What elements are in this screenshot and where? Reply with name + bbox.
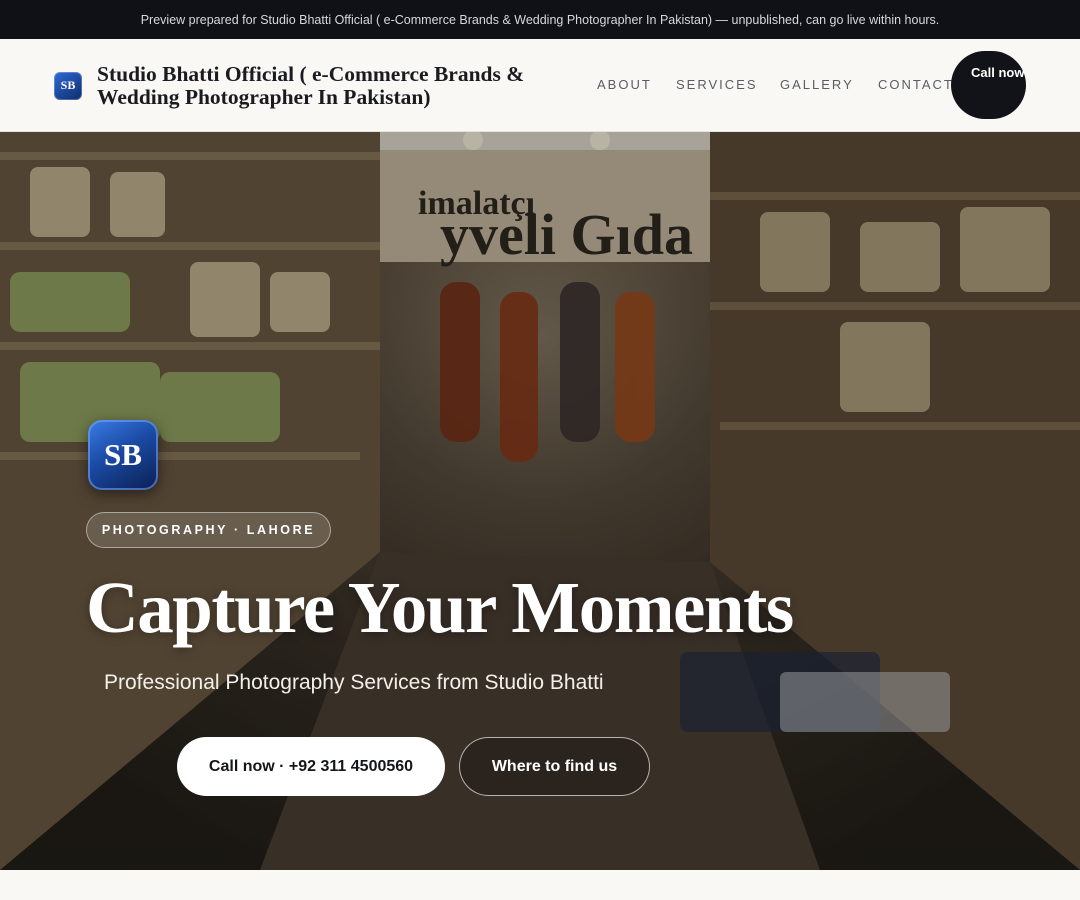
where-to-find-us-button[interactable]: Where to find us <box>459 737 650 796</box>
hero-subtitle: Professional Photography Services from S… <box>104 671 604 694</box>
nav-gallery[interactable]: GALLERY <box>780 77 854 92</box>
preview-banner: Preview prepared for Studio Bhatti Offic… <box>0 0 1080 39</box>
hero-title: Capture Your Moments <box>86 567 794 648</box>
brand-logo-icon[interactable]: SB <box>54 71 82 100</box>
call-now-button[interactable]: Call now · +92 311 4500560 <box>177 737 445 796</box>
next-section-edge <box>0 870 1080 900</box>
preview-banner-text: Preview prepared for Studio Bhatti Offic… <box>140 12 940 27</box>
nav-contact[interactable]: CONTACT <box>878 77 954 92</box>
brand-name[interactable]: Studio Bhatti Official ( e-Commerce Bran… <box>97 62 567 109</box>
hero-section: imalatçı yveli Gıda SB PHOTOGRAPHY · LAH… <box>0 132 1080 870</box>
header-call-button[interactable]: Call now <box>951 51 1026 119</box>
site-header: SB Studio Bhatti Official ( e-Commerce B… <box>0 39 1080 132</box>
nav-services[interactable]: SERVICES <box>676 77 758 92</box>
hero-logo-icon: SB <box>88 420 158 490</box>
nav-about[interactable]: ABOUT <box>597 77 652 92</box>
hero-tag: PHOTOGRAPHY · LAHORE <box>86 512 331 548</box>
brand[interactable]: SB Studio Bhatti Official ( e-Commerce B… <box>54 39 567 132</box>
